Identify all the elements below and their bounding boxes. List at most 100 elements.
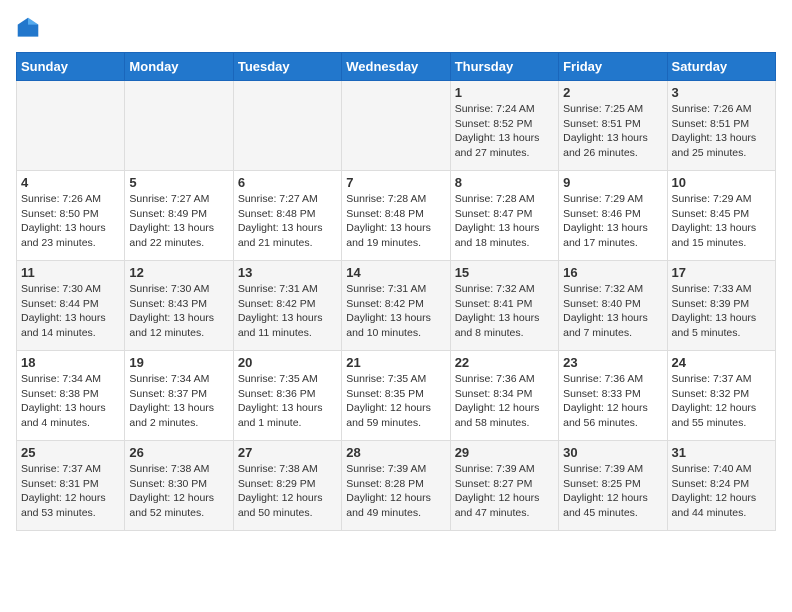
- day-info: Sunrise: 7:39 AMSunset: 8:27 PMDaylight:…: [455, 462, 554, 521]
- day-number: 11: [21, 265, 120, 280]
- day-number: 9: [563, 175, 662, 190]
- day-info: Sunrise: 7:33 AMSunset: 8:39 PMDaylight:…: [672, 282, 771, 341]
- day-number: 1: [455, 85, 554, 100]
- calendar-cell: 22 Sunrise: 7:36 AMSunset: 8:34 PMDayligh…: [450, 351, 558, 441]
- day-number: 12: [129, 265, 228, 280]
- day-info: Sunrise: 7:39 AMSunset: 8:25 PMDaylight:…: [563, 462, 662, 521]
- day-info: Sunrise: 7:30 AMSunset: 8:44 PMDaylight:…: [21, 282, 120, 341]
- day-info: Sunrise: 7:29 AMSunset: 8:45 PMDaylight:…: [672, 192, 771, 251]
- day-info: Sunrise: 7:32 AMSunset: 8:41 PMDaylight:…: [455, 282, 554, 341]
- day-number: 30: [563, 445, 662, 460]
- calendar-cell: 28 Sunrise: 7:39 AMSunset: 8:28 PMDayligh…: [342, 441, 450, 531]
- calendar-cell: 27 Sunrise: 7:38 AMSunset: 8:29 PMDayligh…: [233, 441, 341, 531]
- calendar-cell: 21Sunrise: 7:35 AMSunset: 8:35 PMDayligh…: [342, 351, 450, 441]
- calendar-cell: [17, 81, 125, 171]
- calendar-week-row: 25 Sunrise: 7:37 AMSunset: 8:31 PMDayligh…: [17, 441, 776, 531]
- day-number: 31: [672, 445, 771, 460]
- calendar-cell: 12 Sunrise: 7:30 AMSunset: 8:43 PMDayligh…: [125, 261, 233, 351]
- day-number: 18: [21, 355, 120, 370]
- day-info: Sunrise: 7:27 AMSunset: 8:49 PMDaylight:…: [129, 192, 228, 251]
- day-info: Sunrise: 7:28 AMSunset: 8:47 PMDaylight:…: [455, 192, 554, 251]
- calendar-cell: 11 Sunrise: 7:30 AMSunset: 8:44 PMDayligh…: [17, 261, 125, 351]
- calendar-cell: 4 Sunrise: 7:26 AMSunset: 8:50 PMDaylight…: [17, 171, 125, 261]
- day-info: Sunrise: 7:37 AMSunset: 8:31 PMDaylight:…: [21, 462, 120, 521]
- day-number: 27: [238, 445, 337, 460]
- day-number: 22: [455, 355, 554, 370]
- day-info: Sunrise: 7:36 AMSunset: 8:34 PMDaylight:…: [455, 372, 554, 431]
- weekday-header-tuesday: Tuesday: [233, 53, 341, 81]
- weekday-header-row: SundayMondayTuesdayWednesdayThursdayFrid…: [17, 53, 776, 81]
- day-info: Sunrise: 7:32 AMSunset: 8:40 PMDaylight:…: [563, 282, 662, 341]
- calendar-cell: [125, 81, 233, 171]
- day-number: 2: [563, 85, 662, 100]
- calendar-cell: 30 Sunrise: 7:39 AMSunset: 8:25 PMDayligh…: [559, 441, 667, 531]
- calendar-cell: 24 Sunrise: 7:37 AMSunset: 8:32 PMDayligh…: [667, 351, 775, 441]
- calendar-week-row: 4 Sunrise: 7:26 AMSunset: 8:50 PMDaylight…: [17, 171, 776, 261]
- day-number: 23: [563, 355, 662, 370]
- calendar-cell: 15 Sunrise: 7:32 AMSunset: 8:41 PMDayligh…: [450, 261, 558, 351]
- calendar-cell: 9 Sunrise: 7:29 AMSunset: 8:46 PMDaylight…: [559, 171, 667, 261]
- day-info: Sunrise: 7:28 AMSunset: 8:48 PMDaylight:…: [346, 192, 445, 251]
- day-info: Sunrise: 7:30 AMSunset: 8:43 PMDaylight:…: [129, 282, 228, 341]
- weekday-header-monday: Monday: [125, 53, 233, 81]
- calendar-cell: 23Sunrise: 7:36 AMSunset: 8:33 PMDayligh…: [559, 351, 667, 441]
- weekday-header-thursday: Thursday: [450, 53, 558, 81]
- calendar-week-row: 1 Sunrise: 7:24 AMSunset: 8:52 PMDaylight…: [17, 81, 776, 171]
- day-number: 8: [455, 175, 554, 190]
- day-number: 10: [672, 175, 771, 190]
- day-number: 4: [21, 175, 120, 190]
- day-number: 7: [346, 175, 445, 190]
- calendar-table: SundayMondayTuesdayWednesdayThursdayFrid…: [16, 52, 776, 531]
- day-number: 13: [238, 265, 337, 280]
- weekday-header-friday: Friday: [559, 53, 667, 81]
- day-info: Sunrise: 7:29 AMSunset: 8:46 PMDaylight:…: [563, 192, 662, 251]
- day-number: 28: [346, 445, 445, 460]
- logo-icon: [16, 16, 40, 40]
- calendar-cell: 29 Sunrise: 7:39 AMSunset: 8:27 PMDayligh…: [450, 441, 558, 531]
- day-number: 15: [455, 265, 554, 280]
- day-info: Sunrise: 7:35 AMSunset: 8:36 PMDaylight:…: [238, 372, 337, 431]
- day-number: 25: [21, 445, 120, 460]
- day-info: Sunrise: 7:39 AMSunset: 8:28 PMDaylight:…: [346, 462, 445, 521]
- day-number: 6: [238, 175, 337, 190]
- calendar-cell: 18 Sunrise: 7:34 AMSunset: 8:38 PMDayligh…: [17, 351, 125, 441]
- weekday-header-saturday: Saturday: [667, 53, 775, 81]
- day-number: 19: [129, 355, 228, 370]
- calendar-cell: 19Sunrise: 7:34 AMSunset: 8:37 PMDayligh…: [125, 351, 233, 441]
- day-info: Sunrise: 7:35 AMSunset: 8:35 PMDaylight:…: [346, 372, 445, 431]
- calendar-cell: 1 Sunrise: 7:24 AMSunset: 8:52 PMDaylight…: [450, 81, 558, 171]
- day-number: 20: [238, 355, 337, 370]
- day-info: Sunrise: 7:26 AMSunset: 8:50 PMDaylight:…: [21, 192, 120, 251]
- day-info: Sunrise: 7:24 AMSunset: 8:52 PMDaylight:…: [455, 102, 554, 161]
- day-info: Sunrise: 7:34 AMSunset: 8:38 PMDaylight:…: [21, 372, 120, 431]
- calendar-cell: 5 Sunrise: 7:27 AMSunset: 8:49 PMDaylight…: [125, 171, 233, 261]
- day-info: Sunrise: 7:38 AMSunset: 8:30 PMDaylight:…: [129, 462, 228, 521]
- day-number: 3: [672, 85, 771, 100]
- calendar-cell: 25 Sunrise: 7:37 AMSunset: 8:31 PMDayligh…: [17, 441, 125, 531]
- weekday-header-wednesday: Wednesday: [342, 53, 450, 81]
- day-info: Sunrise: 7:31 AMSunset: 8:42 PMDaylight:…: [346, 282, 445, 341]
- day-info: Sunrise: 7:26 AMSunset: 8:51 PMDaylight:…: [672, 102, 771, 161]
- day-info: Sunrise: 7:38 AMSunset: 8:29 PMDaylight:…: [238, 462, 337, 521]
- calendar-cell: 8 Sunrise: 7:28 AMSunset: 8:47 PMDaylight…: [450, 171, 558, 261]
- calendar-cell: 3 Sunrise: 7:26 AMSunset: 8:51 PMDaylight…: [667, 81, 775, 171]
- day-info: Sunrise: 7:27 AMSunset: 8:48 PMDaylight:…: [238, 192, 337, 251]
- calendar-cell: 10 Sunrise: 7:29 AMSunset: 8:45 PMDayligh…: [667, 171, 775, 261]
- calendar-week-row: 11 Sunrise: 7:30 AMSunset: 8:44 PMDayligh…: [17, 261, 776, 351]
- calendar-cell: [233, 81, 341, 171]
- day-number: 29: [455, 445, 554, 460]
- calendar-cell: 6 Sunrise: 7:27 AMSunset: 8:48 PMDaylight…: [233, 171, 341, 261]
- calendar-cell: 31Sunrise: 7:40 AMSunset: 8:24 PMDayligh…: [667, 441, 775, 531]
- day-number: 14: [346, 265, 445, 280]
- weekday-header-sunday: Sunday: [17, 53, 125, 81]
- calendar-cell: 14 Sunrise: 7:31 AMSunset: 8:42 PMDayligh…: [342, 261, 450, 351]
- header: [16, 16, 776, 40]
- day-number: 24: [672, 355, 771, 370]
- day-info: Sunrise: 7:37 AMSunset: 8:32 PMDaylight:…: [672, 372, 771, 431]
- day-info: Sunrise: 7:25 AMSunset: 8:51 PMDaylight:…: [563, 102, 662, 161]
- calendar-cell: 26Sunrise: 7:38 AMSunset: 8:30 PMDayligh…: [125, 441, 233, 531]
- calendar-cell: 13Sunrise: 7:31 AMSunset: 8:42 PMDayligh…: [233, 261, 341, 351]
- logo: [16, 16, 44, 40]
- day-number: 5: [129, 175, 228, 190]
- calendar-cell: 20 Sunrise: 7:35 AMSunset: 8:36 PMDayligh…: [233, 351, 341, 441]
